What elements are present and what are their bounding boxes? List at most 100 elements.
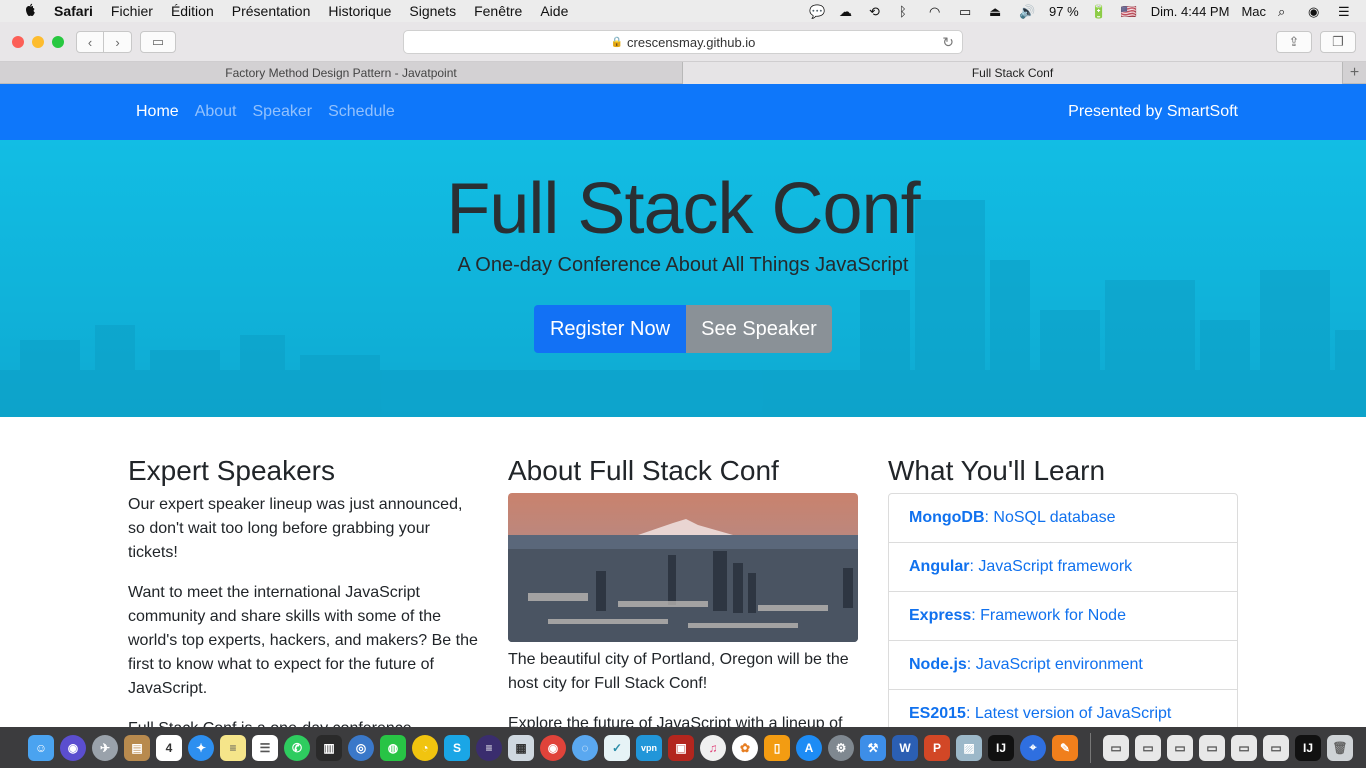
app-store-icon[interactable]: A bbox=[796, 734, 822, 761]
nav-link-about[interactable]: About bbox=[195, 103, 237, 121]
list-item-es2015[interactable]: ES2015: Latest version of JavaScript bbox=[889, 690, 1237, 727]
document-2-icon[interactable]: ▭ bbox=[1135, 734, 1161, 761]
messages-icon[interactable]: ◌ bbox=[572, 734, 598, 761]
volume-icon[interactable]: 🔊 bbox=[1019, 4, 1037, 19]
minimize-window-button[interactable] bbox=[32, 36, 44, 48]
menu-item-file[interactable]: Fichier bbox=[111, 3, 153, 19]
itunes-icon[interactable]: ♫ bbox=[700, 734, 726, 761]
nav-link-speaker[interactable]: Speaker bbox=[253, 103, 313, 121]
forward-button[interactable]: › bbox=[104, 31, 132, 53]
spotlight-search-icon[interactable]: ⌕ bbox=[1278, 4, 1296, 19]
maps-icon[interactable]: ⌖ bbox=[1020, 734, 1046, 761]
menu-item-help[interactable]: Aide bbox=[540, 3, 568, 19]
topic-desc: : JavaScript framework bbox=[969, 558, 1133, 575]
wifi-icon[interactable]: ◠ bbox=[929, 4, 947, 19]
whatsapp-icon[interactable]: ✆ bbox=[284, 734, 310, 761]
wechat-status-icon[interactable]: 💬 bbox=[809, 4, 827, 19]
apple-menu-icon[interactable] bbox=[22, 3, 38, 19]
clock[interactable]: Dim. 4:44 PM bbox=[1151, 4, 1230, 19]
register-now-button[interactable]: Register Now bbox=[534, 305, 686, 353]
document-3-icon[interactable]: ▭ bbox=[1167, 734, 1193, 761]
xcode-icon[interactable]: ⚒ bbox=[860, 734, 886, 761]
calendar-icon[interactable]: 4 bbox=[156, 734, 182, 761]
safari-icon[interactable]: ✦ bbox=[188, 734, 214, 761]
preview-2-icon[interactable]: ▨ bbox=[956, 734, 982, 761]
see-speaker-button[interactable]: See Speaker bbox=[686, 305, 832, 353]
cloud-icon[interactable]: ☁ bbox=[839, 4, 857, 19]
contacts-icon[interactable]: ▤ bbox=[124, 734, 150, 761]
menu-item-window[interactable]: Fenêtre bbox=[474, 3, 522, 19]
list-item-mongodb[interactable]: MongoDB: NoSQL database bbox=[889, 494, 1237, 543]
window-controls bbox=[12, 36, 64, 48]
menu-item-edit[interactable]: Édition bbox=[171, 3, 214, 19]
book-icon[interactable]: ▥ bbox=[316, 734, 342, 761]
photo-booth-icon[interactable]: ▣ bbox=[668, 734, 694, 761]
siri-menubar-icon[interactable]: ◉ bbox=[1308, 4, 1326, 19]
powerpoint-icon[interactable]: P bbox=[924, 734, 950, 761]
document-5-icon[interactable]: ▭ bbox=[1231, 734, 1257, 761]
time-machine-icon[interactable]: ⟲ bbox=[869, 4, 887, 19]
notification-center-icon[interactable]: ☰ bbox=[1338, 4, 1356, 19]
nav-link-schedule[interactable]: Schedule bbox=[328, 103, 395, 121]
share-button[interactable]: ⇪ bbox=[1276, 31, 1312, 53]
stocks-icon[interactable]: ◔ bbox=[412, 734, 438, 761]
document-1-icon[interactable]: ▭ bbox=[1103, 734, 1129, 761]
word-icon[interactable]: W bbox=[892, 734, 918, 761]
reminders-icon[interactable]: ☰ bbox=[252, 734, 278, 761]
address-bar[interactable]: 🔒 crescensmay.github.io ↻ bbox=[403, 30, 963, 54]
siri-icon[interactable]: ◉ bbox=[60, 734, 86, 761]
nav-link-home[interactable]: Home bbox=[136, 103, 179, 121]
preview-icon[interactable]: ▦ bbox=[508, 734, 534, 761]
trash-icon[interactable]: 🗑 bbox=[1327, 734, 1353, 761]
hero-title: Full Stack Conf bbox=[446, 169, 920, 249]
presented-by: Presented by SmartSoft bbox=[1068, 103, 1238, 120]
bluetooth-icon[interactable]: ᛒ bbox=[899, 4, 917, 19]
document-6-icon[interactable]: ▭ bbox=[1263, 734, 1289, 761]
learn-list: MongoDB: NoSQL database Angular: JavaScr… bbox=[888, 493, 1238, 727]
document-4-icon[interactable]: ▭ bbox=[1199, 734, 1225, 761]
wechat-icon[interactable]: ◍ bbox=[380, 734, 406, 761]
system-preferences-icon[interactable]: ⚙ bbox=[828, 734, 854, 761]
chrome-icon-2[interactable]: ◉ bbox=[540, 734, 566, 761]
menubar: Safari Fichier Édition Présentation Hist… bbox=[0, 0, 1366, 22]
battery-percent[interactable]: 97 % bbox=[1049, 4, 1079, 19]
tab-overview-button[interactable]: ❐ bbox=[1320, 31, 1356, 53]
battery-icon[interactable]: 🔋 bbox=[1091, 4, 1109, 19]
new-tab-button[interactable]: + bbox=[1343, 62, 1366, 83]
close-window-button[interactable] bbox=[12, 36, 24, 48]
plus-icon: + bbox=[1349, 63, 1360, 81]
pencil-icon[interactable]: ✎ bbox=[1052, 734, 1078, 761]
finder-icon[interactable]: ☺ bbox=[28, 734, 54, 761]
sidebar-toggle-button[interactable]: ▭ bbox=[140, 31, 176, 53]
launchpad-icon[interactable]: ✈ bbox=[92, 734, 118, 761]
list-item-angular[interactable]: Angular: JavaScript framework bbox=[889, 543, 1237, 592]
intellij-icon[interactable]: IJ bbox=[988, 734, 1014, 761]
chrome-icon[interactable]: ◎ bbox=[348, 734, 374, 761]
tab-javatpoint[interactable]: Factory Method Design Pattern - Javatpoi… bbox=[0, 62, 683, 84]
learn-heading: What You'll Learn bbox=[888, 455, 1106, 486]
skype-icon[interactable]: S bbox=[444, 734, 470, 761]
user-name[interactable]: Mac bbox=[1241, 4, 1266, 19]
reload-icon[interactable]: ↻ bbox=[942, 34, 954, 51]
back-button[interactable]: ‹ bbox=[76, 31, 104, 53]
notes-icon[interactable]: ≡ bbox=[220, 734, 246, 761]
menu-item-history[interactable]: Historique bbox=[328, 3, 391, 19]
vpn-icon[interactable]: vpn bbox=[636, 734, 662, 761]
zoom-window-button[interactable] bbox=[52, 36, 64, 48]
menu-app-name[interactable]: Safari bbox=[54, 3, 93, 19]
list-item-express[interactable]: Express: Framework for Node bbox=[889, 592, 1237, 641]
hero-buttons: Register Now See Speaker bbox=[534, 305, 832, 353]
flag-icon[interactable]: 🇺🇸 bbox=[1121, 4, 1139, 19]
hero-subtitle: A One-day Conference About All Things Ja… bbox=[457, 254, 909, 276]
photos-icon[interactable]: ✿ bbox=[732, 734, 758, 761]
intellij-2-icon[interactable]: IJ bbox=[1295, 734, 1321, 761]
list-item-nodejs[interactable]: Node.js: JavaScript environment bbox=[889, 641, 1237, 690]
airplay-icon[interactable]: ▭ bbox=[959, 4, 977, 19]
eject-icon[interactable]: ⏏ bbox=[989, 4, 1007, 19]
tab-full-stack-conf[interactable]: Full Stack Conf bbox=[683, 62, 1343, 84]
menu-item-bookmarks[interactable]: Signets bbox=[409, 3, 456, 19]
eclipse-icon[interactable]: ≡ bbox=[476, 734, 502, 761]
tool-icon[interactable]: ✓ bbox=[604, 734, 630, 761]
menu-item-view[interactable]: Présentation bbox=[232, 3, 311, 19]
ibooks-icon[interactable]: ▯ bbox=[764, 734, 790, 761]
